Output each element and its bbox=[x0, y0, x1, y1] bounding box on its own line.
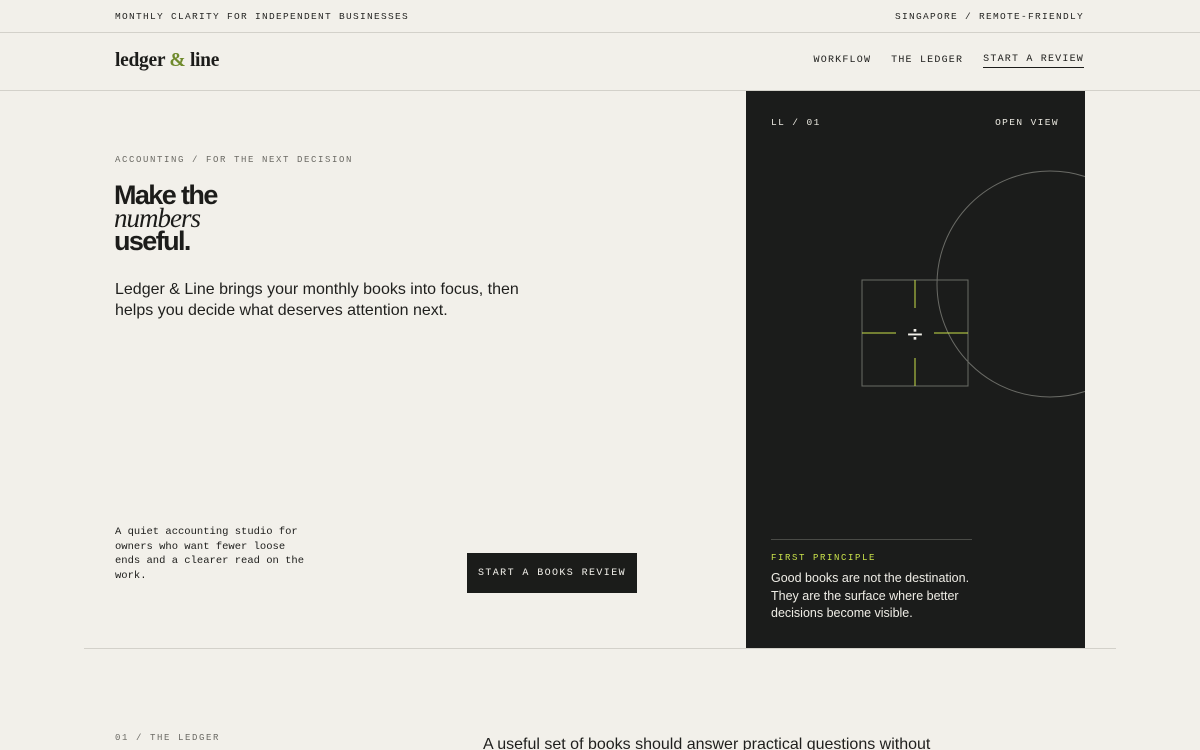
start-books-review-button[interactable]: START A BOOKS REVIEW bbox=[467, 553, 637, 593]
hero-headline: Make the numbers useful. bbox=[114, 182, 218, 256]
orbit-circle bbox=[936, 170, 1085, 398]
nav-workflow[interactable]: WORKFLOW bbox=[814, 55, 872, 68]
hero-blurb: A quiet accounting studio for owners who… bbox=[115, 526, 305, 582]
logo-word-ledger: ledger bbox=[115, 50, 165, 71]
hero-eyebrow: ACCOUNTING / FOR THE NEXT DECISION bbox=[115, 155, 354, 165]
principle-text: Good books are not the destination. They… bbox=[771, 571, 970, 620]
feature-panel: LL / 01 OPEN VIEW ÷ FIRST PRINCIPLE Good… bbox=[746, 91, 1085, 648]
panel-divider bbox=[771, 539, 972, 540]
logo[interactable]: ledger & line bbox=[115, 50, 219, 72]
site-header: ledger & line WORKFLOW THE LEDGER START … bbox=[0, 33, 1200, 91]
nav-the-ledger[interactable]: THE LEDGER bbox=[891, 55, 963, 68]
main-nav: WORKFLOW THE LEDGER START A REVIEW bbox=[814, 54, 1084, 68]
top-strip: MONTHLY CLARITY FOR INDEPENDENT BUSINESS… bbox=[0, 0, 1200, 33]
tagline: MONTHLY CLARITY FOR INDEPENDENT BUSINESS… bbox=[115, 11, 410, 22]
section-lead: A useful set of books should answer prac… bbox=[483, 736, 931, 750]
logo-word-line: line bbox=[189, 50, 220, 71]
logo-ampersand: & bbox=[169, 50, 186, 71]
section-label: 01 / THE LEDGER bbox=[115, 733, 221, 743]
headline-line-3: useful. bbox=[114, 226, 191, 256]
location: SINGAPORE / REMOTE-FRIENDLY bbox=[894, 11, 1084, 22]
nav-start-review[interactable]: START A REVIEW bbox=[983, 54, 1084, 68]
divide-symbol: ÷ bbox=[906, 322, 924, 347]
panel-illustration: ÷ bbox=[861, 170, 1085, 398]
section-divider bbox=[84, 648, 1116, 649]
hero-lede: Ledger & Line brings your monthly books … bbox=[115, 281, 519, 319]
principle-label: FIRST PRINCIPLE bbox=[771, 553, 877, 563]
